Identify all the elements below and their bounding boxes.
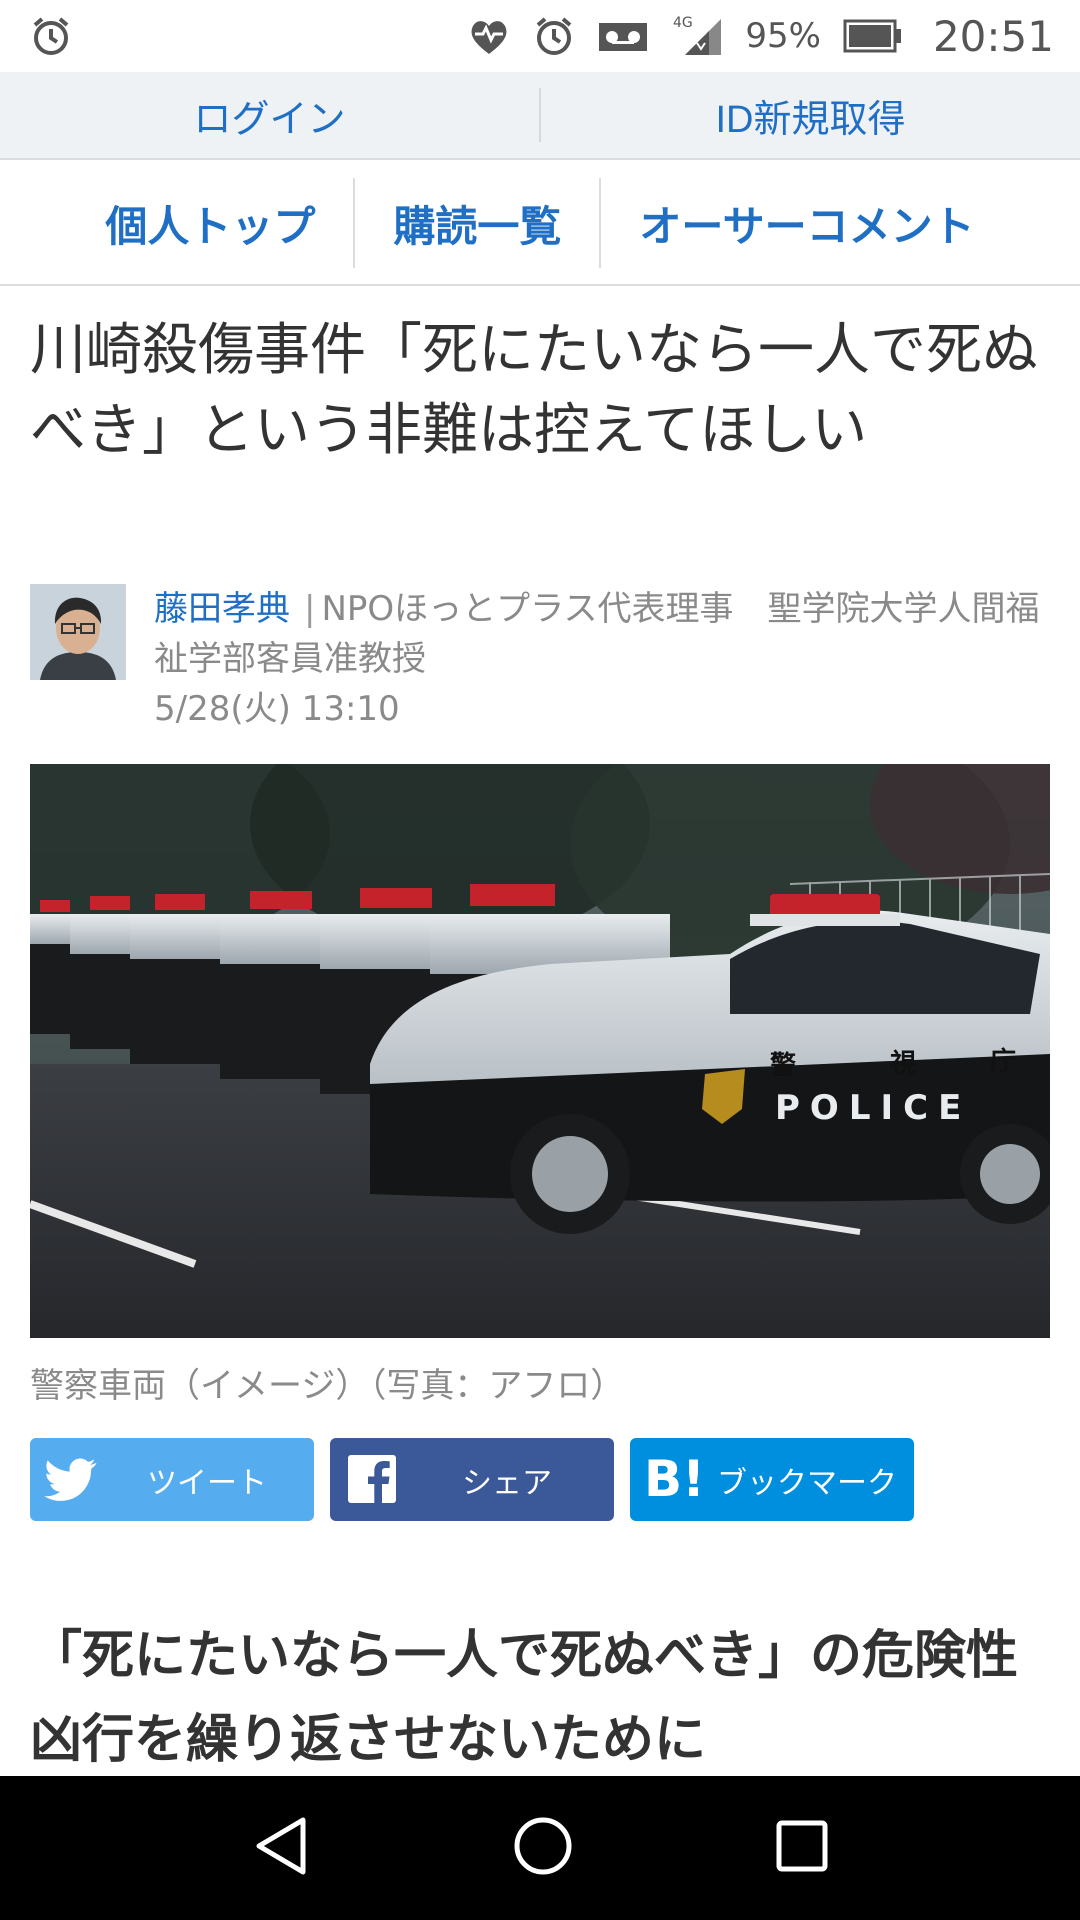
- login-bar: ログイン ID新規取得: [0, 72, 1080, 160]
- author-block: 藤田孝典 | NPOほっとプラス代表理事 聖学院大学人間福祉学部客員准教授 5/28…: [30, 584, 1050, 734]
- svg-text:B!: B!: [644, 1450, 704, 1508]
- login-link[interactable]: ログイン: [0, 88, 539, 143]
- author-separator: |: [304, 589, 316, 629]
- share-buttons: ツイート シェア B! ブックマーク: [30, 1438, 914, 1521]
- svg-text:4G: 4G: [673, 15, 693, 31]
- facebook-share-button[interactable]: シェア: [330, 1438, 614, 1521]
- svg-text:視: 視: [890, 1049, 916, 1079]
- signal-icon: 4G: [671, 13, 723, 59]
- clock: 20:51: [932, 11, 1054, 61]
- facebook-icon: [344, 1451, 400, 1515]
- register-link[interactable]: ID新規取得: [541, 88, 1080, 143]
- tab-personal-top[interactable]: 個人トップ: [67, 193, 353, 254]
- hatena-bookmark-icon: B!: [644, 1448, 705, 1516]
- battery-percent: 95%: [745, 16, 821, 56]
- system-navigation-bar: [0, 1776, 1080, 1920]
- voicemail-icon: [597, 15, 649, 57]
- twitter-icon: [44, 1451, 100, 1515]
- author-name-link[interactable]: 藤田孝典: [154, 589, 290, 629]
- back-icon[interactable]: [251, 1814, 311, 1882]
- heart-monitor-icon: [467, 14, 511, 58]
- svg-text:POLICE: POLICE: [775, 1088, 971, 1128]
- tweet-button[interactable]: ツイート: [30, 1438, 314, 1521]
- author-nav: 個人トップ 購読一覧 オーサーコメント: [0, 162, 1080, 286]
- article-headline: 川崎殺傷事件「死にたいなら一人で死ぬべき」という非難は控えてほしい: [30, 318, 1038, 461]
- svg-text:警: 警: [770, 1050, 796, 1081]
- image-caption: 警察車両（イメージ）（写真：アフロ）: [30, 1366, 625, 1406]
- tab-subscriptions[interactable]: 購読一覧: [355, 193, 599, 254]
- publish-date: 5/28(火) 13:10: [154, 689, 400, 729]
- alarm-icon: [30, 15, 72, 57]
- article-image: 警 視 庁 POLICE: [30, 764, 1050, 1338]
- section-title: 「死にたいなら一人で死ぬべき」の危険性 凶行を繰り返させないために: [30, 1627, 1071, 1769]
- avatar[interactable]: [30, 584, 126, 680]
- hatena-bookmark-button[interactable]: B! ブックマーク: [630, 1438, 914, 1521]
- alarm-icon: [533, 15, 575, 57]
- home-icon[interactable]: [512, 1815, 574, 1881]
- svg-text:庁: 庁: [990, 1046, 1016, 1077]
- status-bar: 4G 95% 20:51: [0, 0, 1080, 72]
- tab-author-comments[interactable]: オーサーコメント: [601, 193, 1012, 254]
- recents-icon[interactable]: [775, 1819, 829, 1877]
- battery-icon: [843, 19, 903, 53]
